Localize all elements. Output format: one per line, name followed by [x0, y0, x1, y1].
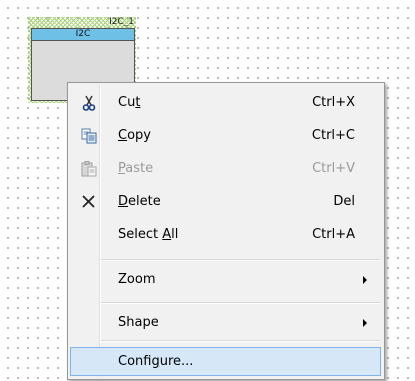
paste-icon	[80, 160, 98, 178]
menu-item-shortcut: Ctrl+V	[312, 161, 355, 176]
menu-item-label: Shape	[118, 315, 159, 330]
menu-item-label: Configure...	[118, 354, 194, 369]
menu-item-configure[interactable]: Configure...	[70, 347, 381, 376]
delete-x-icon	[80, 193, 98, 211]
submenu-arrow-icon	[363, 276, 367, 284]
menu-item-label: Delete	[118, 194, 161, 209]
menu-item-cut[interactable]: Cut Ctrl+X	[70, 90, 381, 116]
menu-item-label: Paste	[118, 161, 154, 176]
menu-separator	[101, 340, 380, 342]
menu-item-paste[interactable]: Paste Ctrl+V	[70, 156, 381, 182]
menu-item-shortcut: Ctrl+X	[312, 95, 355, 110]
context-menu: Cut Ctrl+X Copy Ctrl+C Paste Ctrl+V Dele…	[67, 82, 385, 380]
menu-item-copy[interactable]: Copy Ctrl+C	[70, 123, 381, 149]
submenu-arrow-icon	[363, 319, 367, 327]
menu-separator	[101, 259, 380, 261]
component-type-label: I2C	[32, 29, 134, 41]
copy-icon	[80, 127, 98, 145]
menu-item-delete[interactable]: Delete Del	[70, 189, 381, 215]
scissors-icon	[80, 94, 98, 112]
menu-item-label: Copy	[118, 128, 151, 143]
menu-item-select-all[interactable]: Select All Ctrl+A	[70, 222, 381, 248]
component-instance-name: I2C_1	[109, 17, 134, 27]
menu-item-shortcut: Ctrl+C	[311, 128, 355, 143]
menu-item-label: Cut	[118, 95, 141, 110]
menu-item-shape[interactable]: Shape	[70, 310, 381, 336]
menu-item-shortcut: Del	[333, 194, 355, 209]
menu-item-label: Zoom	[118, 272, 156, 287]
menu-item-shortcut: Ctrl+A	[312, 227, 355, 242]
menu-item-zoom[interactable]: Zoom	[70, 267, 381, 293]
menu-separator	[101, 302, 380, 304]
menu-item-label: Select All	[118, 227, 179, 242]
